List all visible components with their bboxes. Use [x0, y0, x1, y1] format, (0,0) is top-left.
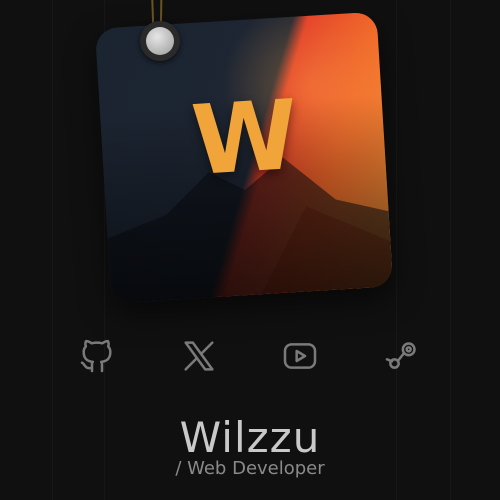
github-link[interactable]: [75, 334, 119, 378]
profile-card[interactable]: W: [94, 11, 394, 304]
youtube-icon: [283, 343, 317, 369]
steam-link[interactable]: [380, 334, 424, 378]
youtube-link[interactable]: [278, 334, 322, 378]
profile-name: Wilzzu: [179, 413, 321, 462]
x-icon: [184, 341, 214, 371]
github-icon: [80, 339, 112, 373]
x-link[interactable]: [177, 334, 221, 378]
social-links: [0, 334, 500, 384]
pin-head: [146, 27, 174, 55]
profile-card-image: W: [94, 11, 394, 304]
logo-w: W: [188, 79, 298, 198]
steam-icon: [385, 342, 416, 369]
pin-icon: [140, 21, 180, 61]
profile-role: / Web Developer: [175, 458, 325, 479]
